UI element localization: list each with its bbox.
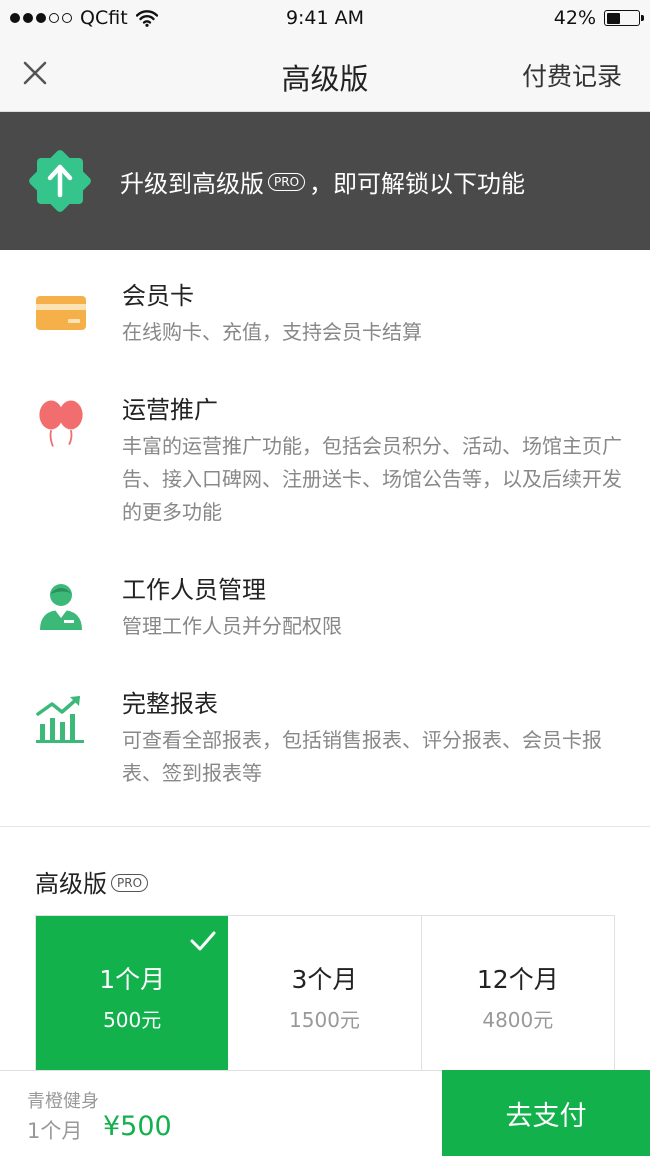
feature-title: 运营推广 [122,396,218,424]
section-divider [0,826,650,827]
selected-duration: 1个月 [27,1119,83,1143]
feature-desc: 丰富的运营推广功能，包括会员积分、活动、场馆主页广告、接入口碑网、注册送卡、场馆… [122,434,622,524]
feature-desc: 管理工作人员并分配权限 [122,614,342,638]
balloons-icon [39,400,83,447]
feature-title: 会员卡 [122,282,194,310]
plan-price: 4800元 [482,1008,554,1032]
status-time: 9:41 AM [285,7,365,29]
membership-card-icon [36,296,86,330]
feature-title: 完整报表 [122,690,218,718]
checkout-bar: 青橙健身 1个月 ¥500 去支付 [0,1070,650,1156]
report-chart-icon [36,696,84,743]
upgrade-banner: 升级到高级版 PRO ，即可解锁以下功能 [0,112,650,250]
battery-icon [604,10,644,26]
plan-option-1-month[interactable]: 1个月 500元 [36,916,229,1075]
plan-section-label: 高级版 [35,870,107,898]
payment-history-link[interactable]: 付费记录 [522,57,622,93]
plan-duration: 12个月 [476,965,559,994]
feature-desc: 可查看全部报表，包括销售报表、评分报表、会员卡报表、签到报表等 [122,728,602,785]
check-icon [190,931,216,951]
battery-level [606,12,620,24]
pro-tag: PRO [268,173,306,191]
plan-option-12-months[interactable]: 12个月 4800元 [422,916,614,1075]
upgrade-badge-icon [29,150,91,212]
feature-desc: 在线购卡、充值，支持会员卡结算 [122,320,422,344]
staff-icon [40,584,82,630]
banner-text-main: 升级到高级版 [120,169,264,198]
plan-duration: 1个月 [99,965,166,994]
pay-button[interactable]: 去支付 [442,1070,650,1156]
status-bar: QCfit 9:41 AM 42% [0,0,650,36]
total-price: ¥500 [103,1111,172,1142]
plan-duration: 3个月 [291,965,358,994]
navigation-bar: 高级版 付费记录 [0,36,650,112]
close-icon[interactable] [20,58,50,88]
pro-tag: PRO [111,873,149,892]
battery-percent: 42% [553,7,596,29]
plan-option-3-months[interactable]: 3个月 1500元 [228,916,422,1075]
banner-text-suffix: ，即可解锁以下功能 [309,169,526,198]
gym-name: 青橙健身 [27,1091,99,1112]
status-right: 42% [553,7,644,29]
plan-options: 1个月 500元 3个月 1500元 12个月 4800元 [35,915,615,1075]
plan-section-title: 高级版 PRO [35,864,152,899]
feature-title: 工作人员管理 [122,576,266,604]
plan-price: 1500元 [289,1008,360,1032]
banner-text: 升级到高级版 PRO ，即可解锁以下功能 [120,164,525,199]
plan-price: 500元 [103,1008,162,1032]
